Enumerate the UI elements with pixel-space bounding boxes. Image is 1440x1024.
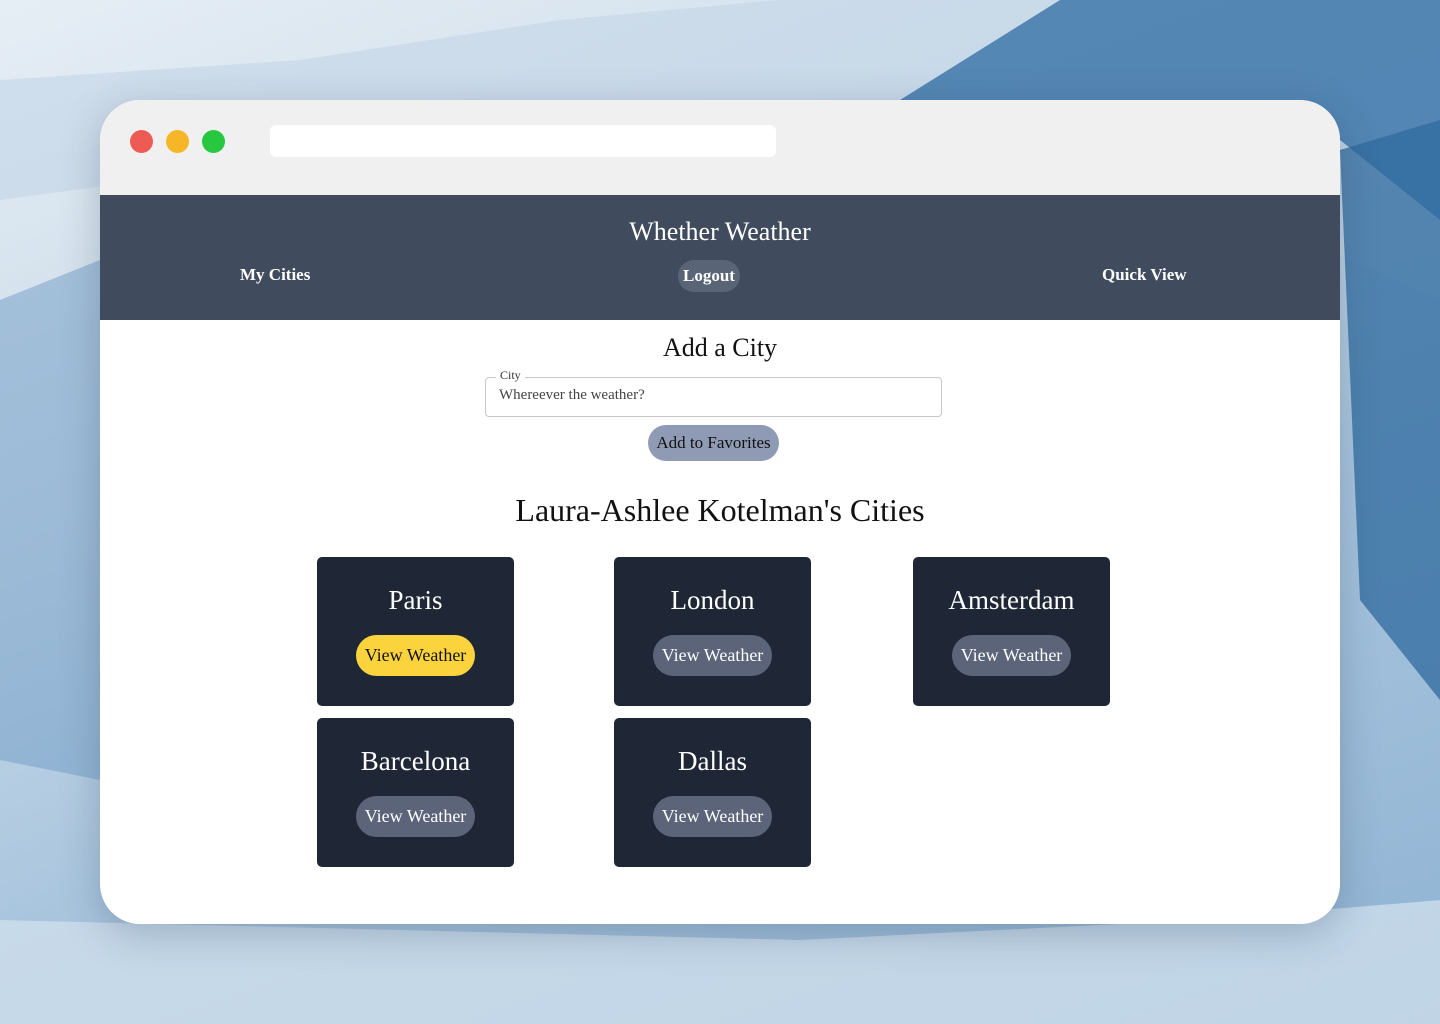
view-weather-button-london[interactable]: View Weather <box>653 635 772 676</box>
app-title: Whether Weather <box>629 217 811 246</box>
close-window-button[interactable] <box>130 130 153 153</box>
city-card-barcelona: Barcelona View Weather <box>317 718 514 867</box>
view-weather-button-barcelona[interactable]: View Weather <box>356 796 475 837</box>
view-weather-button-dallas[interactable]: View Weather <box>653 796 772 837</box>
city-field: City <box>485 368 942 417</box>
minimize-window-button[interactable] <box>166 130 189 153</box>
add-to-favorites-button[interactable]: Add to Favorites <box>648 425 779 461</box>
nav-my-cities[interactable]: My Cities <box>240 265 310 285</box>
logout-button[interactable]: Logout <box>678 260 740 292</box>
view-weather-button-amsterdam[interactable]: View Weather <box>952 635 1071 676</box>
maximize-window-button[interactable] <box>202 130 225 153</box>
city-card-dallas: Dallas View Weather <box>614 718 811 867</box>
city-name: Barcelona <box>360 746 471 776</box>
nav-quick-view[interactable]: Quick View <box>1102 265 1187 285</box>
city-card-paris: Paris View Weather <box>317 557 514 706</box>
window-titlebar <box>100 100 1340 195</box>
city-input[interactable] <box>499 387 919 404</box>
browser-window: Whether Weather My Cities Logout Quick V… <box>100 100 1340 924</box>
city-name: Paris <box>388 585 443 615</box>
city-field-label: City <box>496 368 525 383</box>
city-card-amsterdam: Amsterdam View Weather <box>913 557 1110 706</box>
add-city-heading: Add a City <box>662 333 778 362</box>
view-weather-button-paris[interactable]: View Weather <box>356 635 475 676</box>
navbar: Whether Weather My Cities Logout Quick V… <box>100 195 1340 320</box>
city-card-london: London View Weather <box>614 557 811 706</box>
city-name: London <box>670 585 755 615</box>
city-name: Dallas <box>678 746 747 776</box>
address-bar[interactable] <box>270 125 776 157</box>
cities-heading: Laura-Ashlee Kotelman's Cities <box>515 492 925 528</box>
city-name: Amsterdam <box>948 585 1075 615</box>
